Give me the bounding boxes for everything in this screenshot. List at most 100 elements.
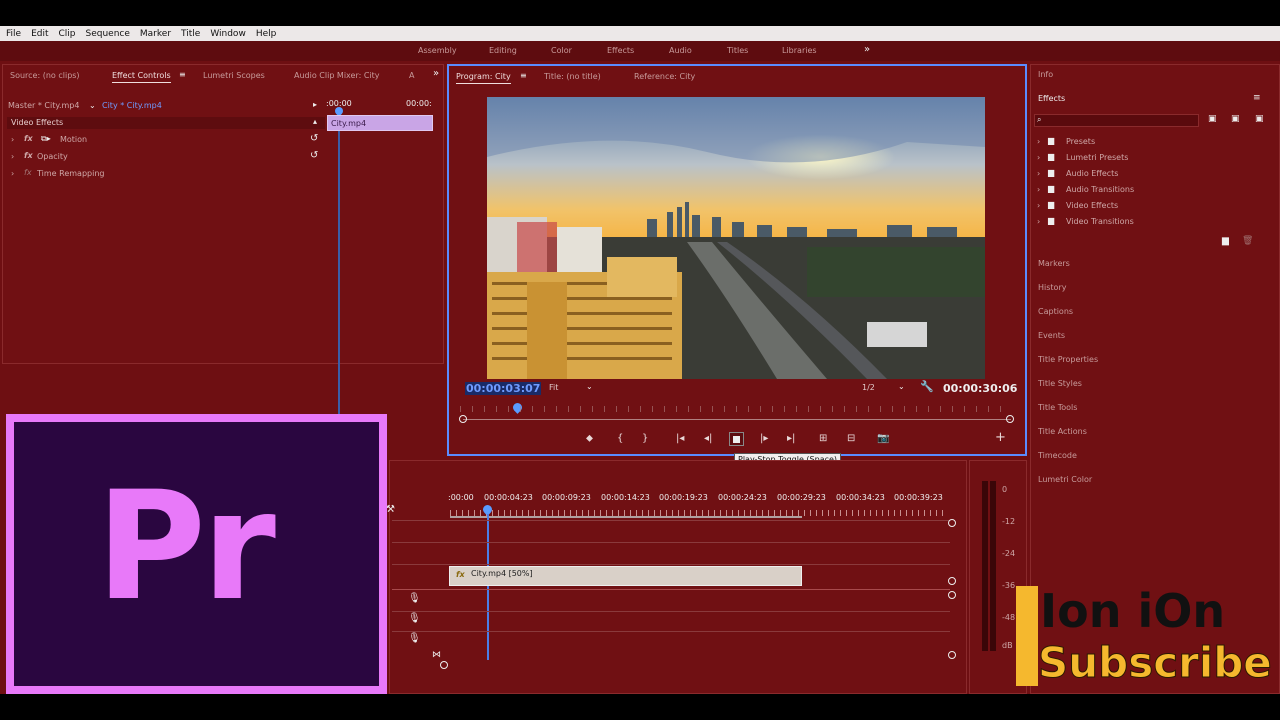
subscribe-text[interactable]: Subscribe bbox=[1038, 641, 1273, 684]
menu-sequence[interactable]: Sequence bbox=[86, 29, 130, 39]
panel-effects[interactable]: Effects bbox=[1038, 94, 1065, 103]
expand-icon[interactable]: › bbox=[1037, 185, 1040, 194]
chevron-down-icon[interactable]: ⌄ bbox=[586, 382, 593, 391]
wrench-tool-icon[interactable]: ⚒ bbox=[386, 504, 395, 515]
tabs-overflow-icon[interactable]: » bbox=[433, 68, 439, 79]
reset-icon[interactable]: ↺ bbox=[310, 133, 318, 144]
effects-folder-audio-effects[interactable]: Audio Effects bbox=[1066, 169, 1118, 178]
workspace-libraries[interactable]: Libraries bbox=[782, 46, 817, 55]
panel-markers[interactable]: Markers bbox=[1038, 259, 1070, 268]
button-editor-plus-icon[interactable]: + bbox=[995, 430, 1006, 445]
expand-icon[interactable]: › bbox=[1037, 153, 1040, 162]
menu-help[interactable]: Help bbox=[256, 29, 277, 39]
tab-source[interactable]: Source: (no clips) bbox=[10, 71, 80, 80]
h-scroll-handle[interactable] bbox=[440, 661, 448, 669]
yuv-effects-icon[interactable]: ▣ bbox=[1255, 114, 1264, 124]
panel-menu-icon[interactable]: ≡ bbox=[520, 71, 527, 80]
panel-lumetri-color[interactable]: Lumetri Color bbox=[1038, 475, 1092, 484]
chevron-down-icon[interactable]: ⌄ bbox=[898, 382, 905, 391]
fx-icon[interactable]: fx bbox=[24, 134, 33, 143]
wrench-icon[interactable]: 🔧 bbox=[920, 380, 934, 393]
step-back-icon[interactable]: ◂| bbox=[704, 433, 712, 444]
tab-overflow[interactable]: A bbox=[409, 71, 414, 80]
tab-title[interactable]: Title: (no title) bbox=[544, 72, 601, 81]
scroll-handle[interactable] bbox=[948, 577, 956, 585]
menu-title[interactable]: Title bbox=[181, 29, 200, 39]
panel-menu-icon[interactable]: ≡ bbox=[1253, 93, 1261, 103]
fit-dropdown[interactable]: Fit bbox=[549, 383, 558, 392]
go-to-in-icon[interactable]: |◂ bbox=[676, 433, 684, 444]
workspace-overflow-icon[interactable]: » bbox=[864, 44, 870, 55]
ec-clip-bar[interactable]: City.mp4 bbox=[327, 115, 433, 131]
expand-motion-icon[interactable]: › bbox=[11, 135, 14, 144]
tab-lumetri-scopes[interactable]: Lumetri Scopes bbox=[203, 71, 265, 80]
effect-motion[interactable]: Motion bbox=[60, 135, 87, 144]
tab-reference[interactable]: Reference: City bbox=[634, 72, 695, 81]
panel-captions[interactable]: Captions bbox=[1038, 307, 1073, 316]
tab-program[interactable]: Program: City bbox=[456, 72, 511, 84]
go-to-out-icon[interactable]: ▸| bbox=[787, 433, 795, 444]
effects-search-input[interactable]: ⌕ bbox=[1034, 114, 1199, 127]
menu-edit[interactable]: Edit bbox=[31, 29, 48, 39]
play-stop-toggle-button[interactable] bbox=[729, 432, 744, 446]
scrubber-end-handle[interactable] bbox=[1006, 415, 1014, 423]
expand-time-remap-icon[interactable]: › bbox=[11, 169, 14, 178]
panel-title-tools[interactable]: Title Tools bbox=[1038, 403, 1077, 412]
mic-icon[interactable]: 🎙 bbox=[408, 593, 421, 604]
new-bin-icon[interactable]: ▆ bbox=[1222, 236, 1229, 246]
effect-opacity[interactable]: Opacity bbox=[37, 152, 68, 161]
workspace-assembly[interactable]: Assembly bbox=[418, 46, 457, 55]
scrubber-start-handle[interactable] bbox=[459, 415, 467, 423]
trash-icon[interactable]: 🗑 bbox=[1242, 236, 1253, 246]
scroll-handle[interactable] bbox=[948, 651, 956, 659]
effects-folder-lumetri-presets[interactable]: Lumetri Presets bbox=[1066, 153, 1128, 162]
workspace-titles[interactable]: Titles bbox=[727, 46, 748, 55]
step-forward-icon[interactable]: |▸ bbox=[760, 433, 768, 444]
panel-events[interactable]: Events bbox=[1038, 331, 1065, 340]
workspace-color[interactable]: Color bbox=[551, 46, 572, 55]
mark-out-icon[interactable]: } bbox=[642, 433, 648, 444]
panel-title-actions[interactable]: Title Actions bbox=[1038, 427, 1087, 436]
sequence-clip-label[interactable]: City * City.mp4 bbox=[102, 101, 162, 110]
workspace-effects[interactable]: Effects bbox=[607, 46, 634, 55]
program-video-frame[interactable] bbox=[487, 97, 985, 379]
mic-icon[interactable]: 🎙 bbox=[408, 633, 421, 644]
workspace-audio[interactable]: Audio bbox=[669, 46, 692, 55]
zoom-handle-icon[interactable]: ⋈ bbox=[432, 650, 441, 660]
expand-icon[interactable]: › bbox=[1037, 137, 1040, 146]
resolution-dropdown[interactable]: 1/2 bbox=[862, 383, 875, 392]
tab-effect-controls[interactable]: Effect Controls bbox=[112, 71, 171, 83]
program-scrubber[interactable] bbox=[463, 419, 1011, 420]
expand-icon[interactable]: › bbox=[1037, 169, 1040, 178]
expand-opacity-icon[interactable]: › bbox=[11, 152, 14, 161]
export-frame-camera-icon[interactable]: 📷 bbox=[877, 433, 889, 444]
mic-icon[interactable]: 🎙 bbox=[408, 613, 421, 624]
transform-icon[interactable]: ⧉▸ bbox=[41, 134, 51, 144]
panel-history[interactable]: History bbox=[1038, 283, 1066, 292]
reset-icon[interactable]: ↺ bbox=[310, 150, 318, 161]
panel-menu-icon[interactable]: ≡ bbox=[179, 70, 186, 79]
expand-icon[interactable]: › bbox=[1037, 217, 1040, 226]
collapse-triangle-icon[interactable]: ▴ bbox=[313, 117, 317, 126]
menu-window[interactable]: Window bbox=[210, 29, 246, 39]
effects-folder-video-transitions[interactable]: Video Transitions bbox=[1066, 217, 1134, 226]
effect-time-remapping[interactable]: Time Remapping bbox=[37, 169, 104, 178]
panel-info[interactable]: Info bbox=[1038, 70, 1053, 79]
panel-title-properties[interactable]: Title Properties bbox=[1038, 355, 1098, 364]
workspace-editing[interactable]: Editing bbox=[489, 46, 517, 55]
chevron-down-icon[interactable]: ⌄ bbox=[89, 101, 96, 110]
lift-icon[interactable]: ⊞ bbox=[819, 433, 827, 444]
expand-icon[interactable]: › bbox=[1037, 201, 1040, 210]
mark-in-icon[interactable]: { bbox=[617, 433, 623, 444]
effects-folder-presets[interactable]: Presets bbox=[1066, 137, 1095, 146]
menu-clip[interactable]: Clip bbox=[59, 29, 76, 39]
timeline-video-clip[interactable]: fx City.mp4 [50%] bbox=[449, 566, 802, 586]
extract-icon[interactable]: ⊟ bbox=[847, 433, 855, 444]
effects-folder-video-effects[interactable]: Video Effects bbox=[1066, 201, 1118, 210]
menu-file[interactable]: File bbox=[6, 29, 21, 39]
add-marker-icon[interactable]: ⬥ bbox=[586, 433, 593, 444]
timeline-ruler[interactable]: :00:00 00:00:04:23 00:00:09:23 00:00:14:… bbox=[448, 492, 958, 506]
work-area-bar[interactable] bbox=[450, 516, 802, 518]
menu-marker[interactable]: Marker bbox=[140, 29, 171, 39]
effects-folder-audio-transitions[interactable]: Audio Transitions bbox=[1066, 185, 1134, 194]
